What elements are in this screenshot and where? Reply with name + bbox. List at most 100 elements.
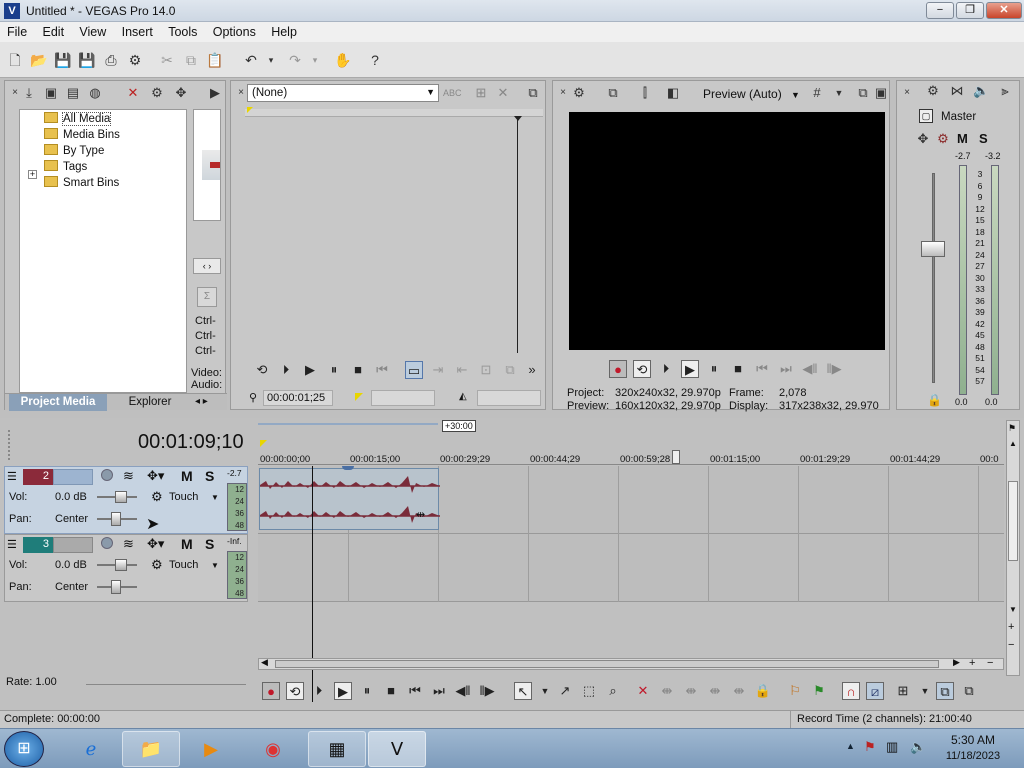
trimmer-mode-icon[interactable]: ▭ [405,361,423,379]
whats-this-help-icon[interactable]: ? [366,51,384,69]
open-icon[interactable]: 📂 [30,51,48,69]
track-solo-button[interactable]: S [205,536,214,552]
rate-slider[interactable] [86,684,246,685]
track-name-field[interactable] [53,537,93,553]
master-bus-icon[interactable]: ▢ [919,109,933,123]
tab-scroll-arrows[interactable]: ◂ ▸ [195,396,208,407]
pause-icon[interactable]: ⏸ [705,360,723,378]
play-from-start-icon[interactable]: ⏵ [657,360,675,378]
pan-slider-handle[interactable] [111,512,121,526]
envelope-tool-icon[interactable]: ↗ [556,682,574,700]
close-preview-icon[interactable]: × [555,85,571,101]
scroll-left-icon[interactable]: ◀ [261,657,268,668]
previous-frame-icon[interactable]: ⏮ [373,361,391,379]
undo-icon[interactable]: ↶ [242,51,260,69]
copy-icon[interactable]: ⧉ [182,51,200,69]
arm-record-icon[interactable] [101,469,113,481]
track-lane-3[interactable] [258,534,1004,602]
enable-snapping-icon[interactable]: ✋ [334,51,352,69]
stop-icon[interactable]: ■ [349,361,367,379]
trimmer-options-icon[interactable]: ⧉ [501,361,519,379]
menu-tools[interactable]: Tools [161,22,202,39]
ripple-dropdown-icon[interactable]: ▼ [916,682,934,700]
video-output-fx-gear-icon[interactable]: ⚙ [571,85,587,101]
show-hidden-icons-icon[interactable]: ▲ [846,741,855,751]
control-panel-icon[interactable]: ▦ [308,731,366,767]
trimmer-ruler[interactable] [245,109,543,117]
tab-explorer[interactable]: Explorer [115,394,185,411]
timeline-ruler[interactable]: +30:00 00:00:00;00 00:00:15;00 00:00:29;… [258,420,1004,465]
master-automation-icon[interactable]: ✥ [915,131,931,147]
import-media-icon[interactable]: ⤓ [21,85,37,101]
snapping-icon[interactable]: ∩ [842,682,860,700]
media-fx-gear-icon[interactable]: ⚙ [149,85,165,101]
grid-dropdown-icon[interactable]: ▼ [831,85,847,101]
expand-by-type-icon[interactable]: + [28,170,37,179]
go-to-end-icon[interactable]: ⏭ [430,682,448,700]
mixer-gear-icon[interactable]: ⚙ [925,83,941,99]
scroll-thumb[interactable] [1008,481,1018,561]
play-preview-icon[interactable]: ▶ [207,85,223,101]
track-header-3[interactable]: ☰ 3 ≋ ✥▾ M S -Inf. Vol: 0.0 dB ⚙ Touch ▼… [4,534,248,602]
mixer-properties-icon[interactable]: ⫸ [997,83,1013,99]
play-from-start-icon[interactable]: ⏵ [277,361,295,379]
remove-media-icon[interactable]: ✕ [125,85,141,101]
zoom-out-icon[interactable]: − [1008,639,1014,651]
play-icon[interactable]: ▶ [681,360,699,378]
ripple-edit-icon[interactable]: ⊞ [894,682,912,700]
master-solo-button[interactable]: S [979,131,988,146]
properties-gear-icon[interactable]: ⚙ [126,51,144,69]
lock-event-icon[interactable]: 🔒 [754,682,772,700]
trim-icon[interactable]: ⇼ [658,682,676,700]
media-generators-icon[interactable]: ✥ [173,85,189,101]
vertical-scrollbar[interactable]: ⚑ ▲ ▼ + − [1006,420,1020,676]
external-monitor-icon[interactable]: ⧉ [605,85,621,101]
menu-help[interactable]: Help [264,22,302,39]
in-point-field[interactable] [371,390,435,406]
preview-quality-dropdown[interactable]: Preview (Auto) ▼ [703,87,800,101]
ignore-grouping-icon[interactable]: ⧉ [960,682,978,700]
arm-record-icon[interactable] [101,537,113,549]
track-mute-button[interactable]: M [181,536,193,552]
paste-icon[interactable]: 📋 [206,51,224,69]
horizontal-scrollbar[interactable]: ◀ ▶ + − [258,657,1004,670]
tree-item-media-bins[interactable]: Media Bins [44,128,120,143]
volume-icon[interactable]: 🔈 [910,739,926,755]
h-scroll-thumb[interactable] [275,660,939,668]
play-icon[interactable]: ▶ [301,361,319,379]
automation-mode[interactable]: Touch [169,491,198,503]
media-thumbnail[interactable] [193,109,221,221]
trimmer-media-dropdown[interactable]: (None) ▼ [247,84,439,102]
automation-mode[interactable]: Touch [169,559,198,571]
stop-icon[interactable]: ■ [382,682,400,700]
tree-item-smart-bins[interactable]: Smart Bins [44,176,119,191]
menu-view[interactable]: View [72,22,111,39]
previous-frame-icon[interactable]: ◀‖ [454,682,472,700]
save-as-icon[interactable]: 💾 [78,51,96,69]
zoom-tool-icon[interactable]: ⌕ [604,682,622,700]
scroll-right-icon[interactable]: ▶ [953,657,960,668]
undo-dropdown-icon[interactable]: ▾ [262,51,280,69]
edit-tool-dropdown-icon[interactable]: ▼ [536,682,554,700]
menu-options[interactable]: Options [206,22,261,39]
loop-playback-icon[interactable]: ⟲ [286,682,304,700]
grid-overlay-icon[interactable]: # [809,85,825,101]
track-header-2[interactable]: ☰ 2 ≋ ✥▾ M S -2.7 Vol: 0.0 dB ⚙ Touch ▼ … [4,466,248,534]
restore-button[interactable]: ❐ [956,2,984,19]
h-zoom-in-icon[interactable]: + [969,657,975,669]
trimmer-timecode[interactable]: 00:00:01;25 [263,390,333,406]
track-automation-icon[interactable]: ✥▾ [147,536,164,552]
h-zoom-out-icon[interactable]: − [987,657,993,669]
record-icon[interactable]: ● [262,682,280,700]
redo-dropdown-icon[interactable]: ▾ [306,51,324,69]
zoom-in-icon[interactable]: + [1008,621,1014,633]
vol-slider-handle[interactable] [115,559,127,571]
overlays-icon[interactable]: ◧ [665,85,681,101]
spell-check-icon[interactable]: ABC [443,85,462,101]
waveform-icon[interactable]: ≋ [123,536,134,552]
menu-insert[interactable]: Insert [115,22,158,39]
close-button[interactable]: ✕ [986,2,1022,19]
copy-snapshot-icon[interactable]: ⧉ [855,85,871,101]
chevron-down-icon[interactable]: ▼ [211,493,219,502]
track-minimize-icon[interactable]: ☰ [7,538,17,551]
